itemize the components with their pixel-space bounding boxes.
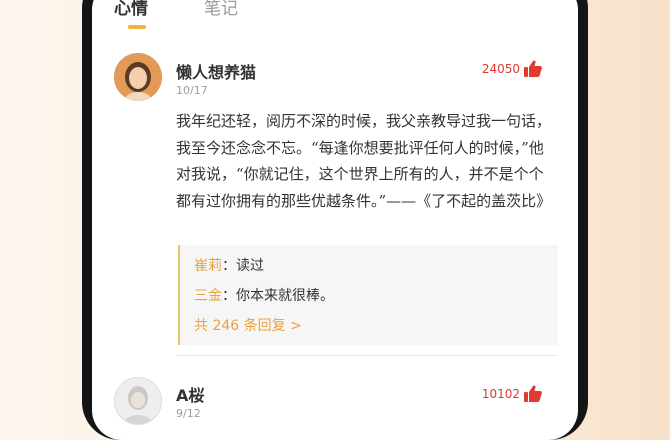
like-count: 24050 [481, 61, 520, 76]
like-count: 10102 [481, 386, 520, 401]
woman-portrait-icon [114, 53, 162, 101]
avatar[interactable] [114, 377, 162, 425]
like-button[interactable]: 24050 [482, 60, 542, 77]
app-screen: 心情 笔记 懒人想养猫 10/17 24050 我年纪还轻，阅历不深的时候，我父… [92, 0, 578, 440]
tab-notes[interactable]: 笔记 [204, 0, 238, 19]
reply-author[interactable]: 三金 [194, 288, 222, 304]
tab-mood[interactable]: 心情 [114, 0, 148, 19]
post-date: 9/12 [176, 407, 201, 420]
post-author[interactable]: 懒人想养猫 [176, 59, 256, 83]
thumbs-up-icon [524, 60, 542, 77]
post-divider [176, 355, 558, 356]
more-replies-link[interactable]: 共 246 条回复 > [194, 311, 558, 341]
tab-bar: 心情 笔记 [92, 0, 578, 40]
active-tab-indicator [128, 25, 146, 29]
thumbs-up-icon [524, 385, 542, 402]
reply-author[interactable]: 崔莉 [194, 258, 222, 274]
reply-colon: ： [222, 258, 236, 274]
reply-text: 你本来就很棒。 [236, 288, 334, 304]
reply-item: 崔莉：读过 [194, 251, 558, 281]
avatar[interactable] [114, 53, 162, 101]
person-portrait-icon [115, 378, 161, 424]
post-date: 10/17 [176, 84, 208, 97]
post-content: 我年纪还轻，阅历不深的时候，我父亲教导过我一句话，我至今还念念不忘。“每逢你想要… [176, 112, 552, 210]
reply-item: 三金：你本来就很棒。 [194, 281, 558, 311]
reply-text: 读过 [236, 258, 264, 274]
post-author[interactable]: A桜 [176, 382, 204, 406]
reply-box[interactable]: 崔莉：读过 三金：你本来就很棒。 共 246 条回复 > [178, 245, 558, 345]
reply-colon: ： [222, 288, 236, 304]
like-button[interactable]: 10102 [482, 385, 542, 402]
